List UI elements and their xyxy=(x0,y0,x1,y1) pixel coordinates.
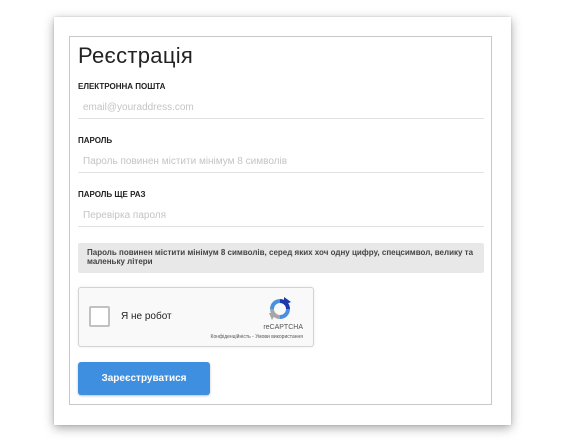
password-repeat-field[interactable] xyxy=(78,205,484,227)
page-sheet: Реєстрація ЕЛЕКТРОННА ПОШТА ПАРОЛЬ ПАРОЛ… xyxy=(54,17,511,425)
recaptcha-brand: reCAPTCHA xyxy=(263,324,303,331)
privacy-link[interactable]: Конфіденційність xyxy=(211,334,251,340)
recaptcha-widget: Я не робот reCAPTCHA Конфіденційність - … xyxy=(78,287,314,347)
email-field[interactable] xyxy=(78,97,484,119)
page-title: Реєстрація xyxy=(78,43,194,68)
recaptcha-checkbox[interactable] xyxy=(89,306,110,327)
recaptcha-logo-icon xyxy=(269,297,291,320)
email-label: ЕЛЕКТРОННА ПОШТА xyxy=(78,82,166,91)
register-button[interactable]: Зареєструватися xyxy=(78,362,210,395)
registration-form: Реєстрація ЕЛЕКТРОННА ПОШТА ПАРОЛЬ ПАРОЛ… xyxy=(69,36,492,405)
recaptcha-links: Конфіденційність - Умови використання xyxy=(211,334,303,340)
recaptcha-label: Я не робот xyxy=(121,311,172,322)
password-field[interactable] xyxy=(78,151,484,173)
password-repeat-label: ПАРОЛЬ ЩЕ РАЗ xyxy=(78,190,146,199)
terms-link[interactable]: Умови використання xyxy=(255,334,303,340)
password-hint: Пароль повинен містити мінімум 8 символі… xyxy=(78,243,484,273)
password-label: ПАРОЛЬ xyxy=(78,136,113,145)
